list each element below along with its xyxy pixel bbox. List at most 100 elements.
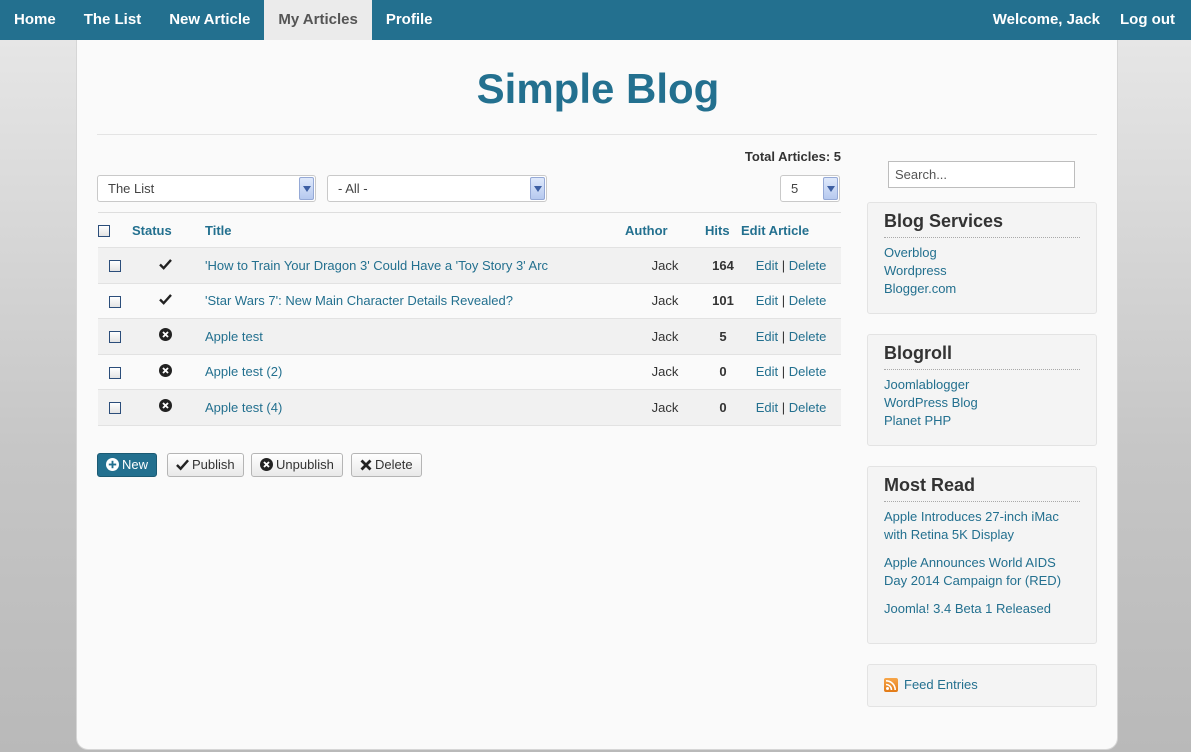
state-filter-select[interactable]: - All - xyxy=(327,175,547,202)
column-header-status[interactable]: Status xyxy=(132,212,198,248)
row-checkbox[interactable] xyxy=(109,366,121,379)
most-read-module: Most Read Apple Introduces 27-inch iMac … xyxy=(867,466,1097,644)
new-button-label: New xyxy=(122,457,149,472)
article-title-link[interactable]: 'How to Train Your Dragon 3' Could Have … xyxy=(205,258,548,273)
edit-link[interactable]: Edit xyxy=(756,400,778,415)
dropdown-arrow-icon[interactable] xyxy=(530,177,545,200)
circle-x-icon[interactable] xyxy=(158,328,172,344)
nav-the-list[interactable]: The List xyxy=(70,0,156,40)
delete-button-label: Delete xyxy=(375,457,413,472)
dropdown-arrow-icon[interactable] xyxy=(299,177,314,200)
title-cell: Apple test (4) xyxy=(198,389,625,426)
author-cell: Jack xyxy=(625,389,705,426)
nav-my-articles[interactable]: My Articles xyxy=(264,0,372,40)
site-title[interactable]: Simple Blog xyxy=(77,65,1119,113)
limit-select[interactable]: 5 xyxy=(780,175,840,202)
column-header-author[interactable]: Author xyxy=(625,212,705,248)
delete-link[interactable]: Delete xyxy=(789,258,827,273)
category-filter-select[interactable]: The List xyxy=(97,175,316,202)
status-cell xyxy=(132,282,198,319)
edit-link[interactable]: Edit xyxy=(756,258,778,273)
column-header-edit: Edit Article xyxy=(741,212,841,248)
status-cell xyxy=(132,389,198,426)
module-title: Most Read xyxy=(884,475,1080,502)
main-menu: Home The List New Article My Articles Pr… xyxy=(0,0,447,40)
edit-link[interactable]: Edit xyxy=(756,293,778,308)
nav-new-article[interactable]: New Article xyxy=(155,0,264,40)
blogroll-module: Blogroll Joomlablogger WordPress Blog Pl… xyxy=(867,334,1097,446)
separator: | xyxy=(778,364,789,380)
most-read-item[interactable]: Apple Introduces 27-inch iMac with Retin… xyxy=(884,508,1080,544)
row-checkbox[interactable] xyxy=(109,295,121,308)
x-icon xyxy=(360,459,372,471)
link-wordpress-blog[interactable]: WordPress Blog xyxy=(884,394,1080,412)
user-menu: Welcome, Jack Log out xyxy=(991,0,1191,40)
link-joomlablogger[interactable]: Joomlablogger xyxy=(884,376,1080,394)
article-title-link[interactable]: 'Star Wars 7': New Main Character Detail… xyxy=(205,293,513,308)
select-all-checkbox[interactable] xyxy=(98,225,110,238)
delete-link[interactable]: Delete xyxy=(789,400,827,415)
check-icon[interactable] xyxy=(158,258,172,273)
nav-profile[interactable]: Profile xyxy=(372,0,447,40)
delete-button[interactable]: Delete xyxy=(351,453,422,477)
article-title-link[interactable]: Apple test (2) xyxy=(205,364,282,379)
link-wordpress[interactable]: Wordpress xyxy=(884,262,1080,280)
logout-link[interactable]: Log out xyxy=(1118,0,1191,40)
unpublish-button-label: Unpublish xyxy=(276,457,334,472)
delete-link[interactable]: Delete xyxy=(789,329,827,344)
author-cell: Jack xyxy=(625,282,705,319)
delete-link[interactable]: Delete xyxy=(789,293,827,308)
edit-link[interactable]: Edit xyxy=(756,329,778,344)
module-title: Blogroll xyxy=(884,343,1080,370)
author-cell: Jack xyxy=(625,353,705,390)
status-cell xyxy=(132,247,198,283)
welcome-text: Welcome, Jack xyxy=(992,11,1101,28)
hits-cell: 101 xyxy=(705,282,741,319)
rss-icon[interactable] xyxy=(884,678,898,692)
new-button[interactable]: New xyxy=(97,453,158,477)
circle-x-icon[interactable] xyxy=(158,363,172,380)
table-row: 'Star Wars 7': New Main Character Detail… xyxy=(98,282,841,319)
feed-entries-link[interactable]: Feed Entries xyxy=(904,676,978,694)
unpublish-button[interactable]: Unpublish xyxy=(251,453,343,477)
circle-x-icon[interactable] xyxy=(158,399,172,415)
delete-link[interactable]: Delete xyxy=(789,364,827,379)
row-select-cell xyxy=(98,353,132,390)
articles-table: Status Title Author Hits Edit Article 'H… xyxy=(98,212,841,426)
search-input[interactable] xyxy=(888,161,1075,188)
page-container: Simple Blog Total Articles: 5 The List -… xyxy=(76,40,1118,750)
check-icon[interactable] xyxy=(158,293,172,308)
edit-cell: Edit | Delete xyxy=(741,282,841,319)
header-divider xyxy=(97,134,1097,135)
row-checkbox[interactable] xyxy=(109,260,121,273)
article-title-link[interactable]: Apple test xyxy=(205,329,263,344)
plus-circle-icon xyxy=(106,458,119,471)
circle-x-icon xyxy=(260,458,273,471)
hits-cell: 0 xyxy=(705,389,741,426)
author-cell: Jack xyxy=(625,247,705,283)
article-title-link[interactable]: Apple test (4) xyxy=(205,400,282,415)
select-all-cell xyxy=(98,212,132,248)
separator: | xyxy=(778,399,789,415)
separator: | xyxy=(778,293,789,309)
author-cell: Jack xyxy=(625,318,705,354)
publish-button[interactable]: Publish xyxy=(167,453,244,477)
link-overblog[interactable]: Overblog xyxy=(884,244,1080,262)
edit-link[interactable]: Edit xyxy=(756,364,778,379)
link-blogger[interactable]: Blogger.com xyxy=(884,280,1080,298)
state-filter-value: - All - xyxy=(338,181,368,196)
limit-value: 5 xyxy=(791,181,799,196)
most-read-item[interactable]: Apple Announces World AIDS Day 2014 Camp… xyxy=(884,554,1080,590)
total-articles: Total Articles: 5 xyxy=(744,149,841,164)
most-read-item[interactable]: Joomla! 3.4 Beta 1 Released xyxy=(884,600,1080,618)
column-header-title[interactable]: Title xyxy=(198,212,625,248)
separator: | xyxy=(778,328,789,344)
column-header-hits[interactable]: Hits xyxy=(705,212,741,248)
separator: | xyxy=(778,257,789,273)
nav-home[interactable]: Home xyxy=(0,0,70,40)
edit-cell: Edit | Delete xyxy=(741,353,841,390)
dropdown-arrow-icon[interactable] xyxy=(823,177,838,200)
row-checkbox[interactable] xyxy=(109,402,121,415)
link-planet-php[interactable]: Planet PHP xyxy=(884,412,1080,430)
row-checkbox[interactable] xyxy=(109,331,121,344)
